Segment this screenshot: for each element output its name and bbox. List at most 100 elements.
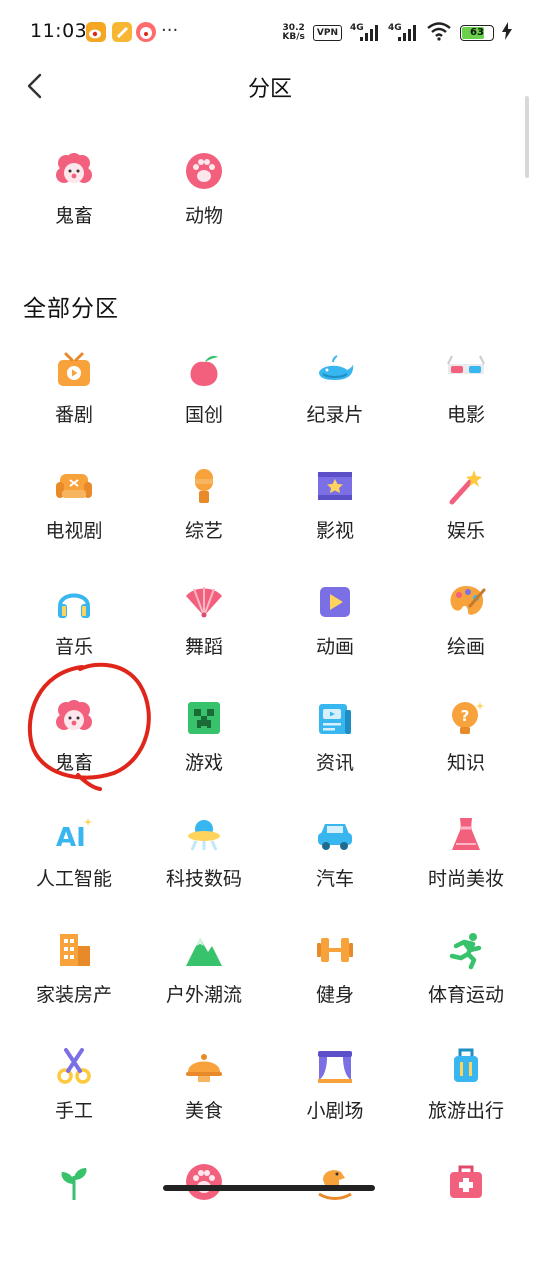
first-aid-icon <box>450 1165 482 1198</box>
category-label: 电视剧 <box>45 520 103 542</box>
category-label: 影视 <box>315 520 354 542</box>
ai-icon: AI <box>56 818 92 853</box>
category-item[interactable]: 影视 <box>277 466 393 566</box>
plant-icon <box>61 1168 87 1200</box>
tv-anime-icon <box>58 352 90 386</box>
category-item[interactable]: 资讯 <box>277 698 393 798</box>
category-label: 绘画 <box>446 636 485 658</box>
category-item[interactable] <box>146 1162 262 1262</box>
recent-item-guichu[interactable]: 鬼畜 <box>16 151 132 251</box>
page-title: 分区 <box>247 77 292 102</box>
category-item[interactable]: AI 人工智能 <box>16 814 132 914</box>
wifi-icon <box>426 21 452 45</box>
scrollbar[interactable] <box>525 96 529 178</box>
category-label: 舞蹈 <box>184 636 223 658</box>
category-item[interactable]: 健身 <box>277 930 393 1030</box>
weibo-icon <box>85 21 107 43</box>
category-item[interactable]: 家装房产 <box>16 930 132 1030</box>
paw-icon <box>186 1164 222 1200</box>
category-item[interactable]: 国创 <box>146 350 262 450</box>
category-item[interactable]: 户外潮流 <box>146 930 262 1030</box>
category-label: 国创 <box>184 404 223 426</box>
category-label: 知识 <box>446 752 485 774</box>
clown-app-icon <box>135 21 157 43</box>
sofa-icon <box>56 474 92 498</box>
home-indicator[interactable] <box>163 1185 375 1191</box>
category-label: 娱乐 <box>446 520 485 542</box>
category-item[interactable]: 旅游出行 <box>408 1046 524 1146</box>
runner-icon <box>449 933 482 970</box>
category-label: 手工 <box>54 1100 93 1122</box>
svg-text:AI: AI <box>56 823 86 853</box>
category-item[interactable]: 音乐 <box>16 582 132 682</box>
category-item[interactable]: 美食 <box>146 1046 262 1146</box>
category-item[interactable]: 游戏 <box>146 698 262 798</box>
newspaper-icon <box>319 704 351 734</box>
creeper-icon <box>188 702 220 734</box>
category-item[interactable]: 手工 <box>16 1046 132 1146</box>
building-icon <box>60 934 90 966</box>
category-label: 健身 <box>315 984 354 1006</box>
category-item[interactable]: ? 知识 <box>408 698 524 798</box>
category-label: 资讯 <box>315 752 354 774</box>
peach-icon <box>190 355 218 386</box>
category-label: 美食 <box>184 1100 223 1122</box>
category-item[interactable]: 综艺 <box>146 466 262 566</box>
category-item[interactable]: 绘画 <box>408 582 524 682</box>
dress-icon <box>452 818 480 850</box>
mountain-icon <box>186 938 222 966</box>
category-item[interactable]: 小剧场 <box>277 1046 393 1146</box>
section-title-all: 全部分区 <box>23 296 119 322</box>
palette-icon <box>450 586 486 615</box>
recent-item-dongwu[interactable]: 动物 <box>146 151 262 251</box>
category-item[interactable]: 纪录片 <box>277 350 393 450</box>
suitcase-icon <box>454 1048 478 1082</box>
status-bar: 11:03 ··· 30.2 KB/s VPN 4G 4G 63 <box>0 0 540 64</box>
headphones-icon <box>58 593 90 618</box>
category-item[interactable]: 汽车 <box>277 814 393 914</box>
stage-icon <box>318 1051 352 1083</box>
magic-wand-icon <box>449 470 482 505</box>
dumbbell-icon <box>317 938 353 962</box>
category-item[interactable]: 番剧 <box>16 350 132 450</box>
category-label: 电影 <box>446 404 485 426</box>
network-speed: 30.2 KB/s <box>282 23 305 42</box>
category-label: 汽车 <box>315 868 354 890</box>
category-item[interactable]: 科技数码 <box>146 814 262 914</box>
signal-icon: 4G <box>350 23 380 43</box>
category-label: 音乐 <box>54 636 93 658</box>
category-item[interactable]: 电影 <box>408 350 524 450</box>
food-cloche-icon <box>186 1054 222 1082</box>
page-header: 分区 <box>0 60 540 112</box>
category-item[interactable]: 时尚美妆 <box>408 814 524 914</box>
category-item[interactable]: 电视剧 <box>16 466 132 566</box>
notes-app-icon <box>111 21 133 43</box>
category-item[interactable]: 娱乐 <box>408 466 524 566</box>
category-item[interactable] <box>408 1162 524 1262</box>
category-label: 鬼畜 <box>54 752 93 774</box>
category-label: 综艺 <box>184 520 223 542</box>
category-label: 番剧 <box>54 404 93 426</box>
category-item[interactable]: 动画 <box>277 582 393 682</box>
folding-fan-icon <box>186 587 222 618</box>
vpn-badge: VPN <box>312 25 342 41</box>
car-icon <box>318 824 352 850</box>
lightbulb-icon: ? <box>452 702 484 734</box>
battery-icon: 63 <box>460 25 494 41</box>
ghost-clown-icon <box>56 700 92 730</box>
category-item[interactable]: 鬼畜 <box>16 698 132 798</box>
film-icon <box>318 472 352 500</box>
category-item[interactable] <box>16 1162 132 1262</box>
signal-icon-2: 4G <box>388 23 418 43</box>
category-label: 户外潮流 <box>165 984 242 1006</box>
category-item[interactable]: 舞蹈 <box>146 582 262 682</box>
charging-icon <box>502 22 512 44</box>
ufo-icon <box>188 820 220 851</box>
category-label: 时尚美妆 <box>427 868 504 890</box>
category-item[interactable]: 体育运动 <box>408 930 524 1030</box>
category-label: 旅游出行 <box>427 1100 504 1122</box>
scissors-icon <box>57 1048 91 1084</box>
more-notifications-icon: ··· <box>161 20 179 41</box>
category-item[interactable] <box>277 1162 393 1262</box>
status-time: 11:03 <box>30 20 88 42</box>
